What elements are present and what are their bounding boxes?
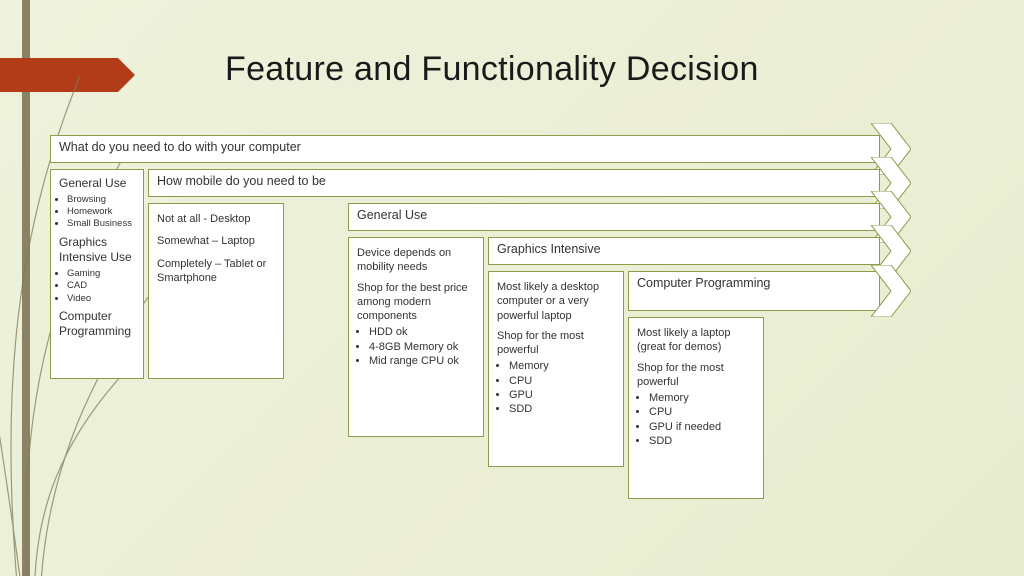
list-item: SDD — [649, 434, 755, 448]
col-programming-detail: Most likely a laptop (great for demos) S… — [628, 317, 764, 499]
list-item: Browsing — [67, 194, 135, 206]
list-item: Memory — [509, 359, 615, 373]
list-item: GPU — [509, 388, 615, 402]
list-item: SDD — [509, 402, 615, 416]
band-label: General Use — [357, 208, 427, 222]
band-label: How mobile do you need to be — [157, 174, 326, 188]
list-item: Memory — [649, 391, 755, 405]
col-graphics-detail: Most likely a desktop computer or a very… — [488, 271, 624, 467]
band-graphics: Graphics Intensive — [488, 237, 880, 265]
list-item: Video — [67, 293, 135, 305]
band-general-use: General Use — [348, 203, 880, 231]
text: Shop for the best price among modern com… — [357, 281, 475, 324]
list-item: HDD ok — [369, 325, 475, 339]
band-programming: Computer Programming — [628, 271, 880, 311]
chevron-right-icon — [871, 265, 911, 317]
list-item: CAD — [67, 280, 135, 292]
text: Completely – Tablet or Smartphone — [157, 257, 275, 286]
heading: Computer Programming — [59, 309, 135, 340]
text: Most likely a desktop computer or a very… — [497, 280, 615, 323]
list: Memory CPU GPU SDD — [497, 359, 615, 416]
list-item: GPU if needed — [649, 420, 755, 434]
text: Device depends on mobility needs — [357, 246, 475, 275]
band-label: What do you need to do with your compute… — [59, 140, 301, 154]
text: Not at all - Desktop — [157, 212, 275, 226]
col-general-use-detail: Device depends on mobility needs Shop fo… — [348, 237, 484, 437]
band-label: Computer Programming — [637, 276, 770, 290]
page-title: Feature and Functionality Decision — [225, 50, 759, 89]
list-item: Homework — [67, 206, 135, 218]
heading: General Use — [59, 176, 135, 192]
text: Most likely a laptop (great for demos) — [637, 326, 755, 355]
list: Browsing Homework Small Business — [59, 194, 135, 231]
band-need: What do you need to do with your compute… — [50, 135, 880, 163]
list: HDD ok 4-8GB Memory ok Mid range CPU ok — [357, 325, 475, 368]
list-item: CPU — [649, 405, 755, 419]
list: Memory CPU GPU if needed SDD — [637, 391, 755, 448]
list-item: CPU — [509, 374, 615, 388]
list-item: Small Business — [67, 218, 135, 230]
band-label: Graphics Intensive — [497, 242, 601, 256]
col-mobility: Not at all - Desktop Somewhat – Laptop C… — [148, 203, 284, 379]
col-use-categories: General Use Browsing Homework Small Busi… — [50, 169, 144, 379]
list: Gaming CAD Video — [59, 268, 135, 305]
list-item: 4-8GB Memory ok — [369, 340, 475, 354]
text: Shop for the most powerful — [497, 329, 615, 358]
list-item: Gaming — [67, 268, 135, 280]
heading: Graphics Intensive Use — [59, 235, 135, 266]
band-mobile: How mobile do you need to be — [148, 169, 880, 197]
list-item: Mid range CPU ok — [369, 354, 475, 368]
text: Somewhat – Laptop — [157, 234, 275, 248]
text: Shop for the most powerful — [637, 361, 755, 390]
red-arrow-marker — [0, 58, 118, 92]
